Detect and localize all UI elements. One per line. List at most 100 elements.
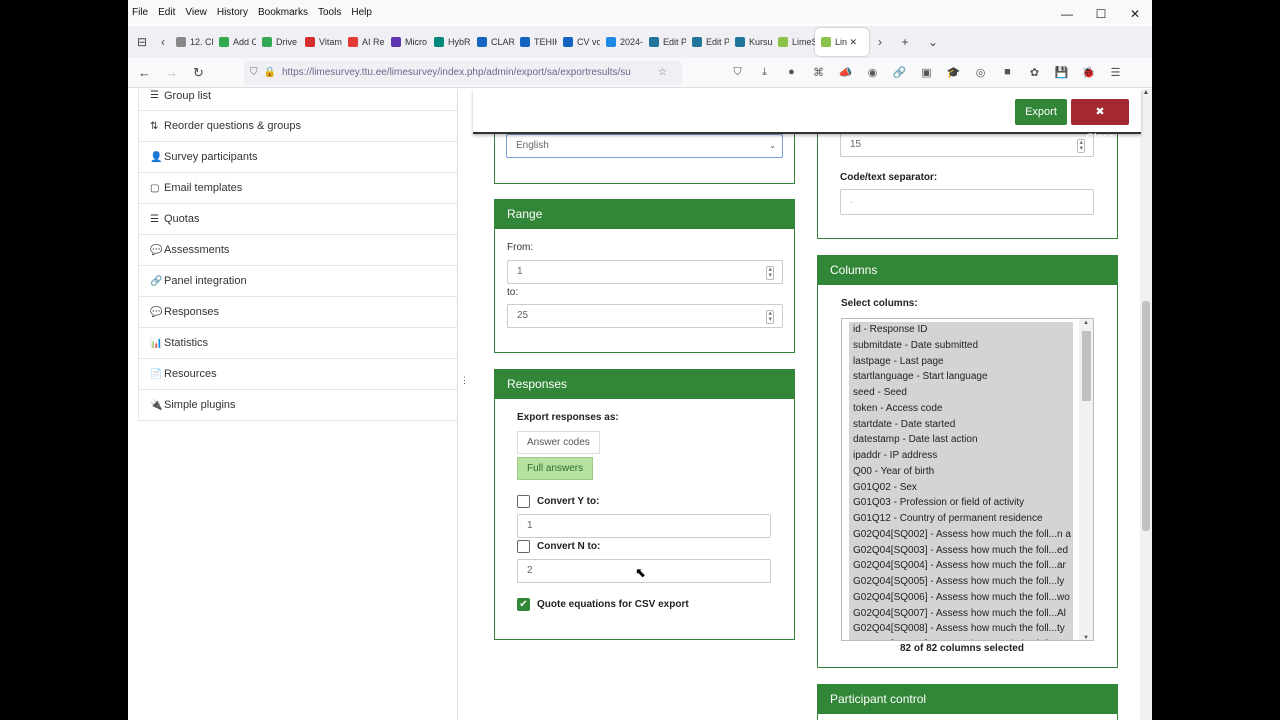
quote-equations-checkbox[interactable]: ✔ [517,598,530,611]
sidebar-item[interactable]: 💬 Assessments [138,235,458,266]
page-scroll-up-icon[interactable]: ▲ [1140,89,1152,96]
cap-icon[interactable]: 🎓 [944,66,963,79]
sidebar-item[interactable]: 👤 Survey participants [138,142,458,173]
save-icon[interactable]: 💾 [1052,66,1071,79]
url-bar[interactable]: ⛉ 🔒 https://limesurvey.ttu.ee/limesurvey… [244,60,682,85]
forward-icon[interactable]: → [158,65,185,80]
menu-view[interactable]: View [185,7,207,18]
column-option[interactable]: datestamp - Date last action [849,432,1073,448]
browser-tab[interactable]: Lin ✕ [815,28,869,56]
browser-tab[interactable]: TEHIK [514,28,557,56]
minimize-icon[interactable]: — [1050,0,1084,28]
close-button[interactable]: ✖ Close [1071,99,1129,144]
convert-n-checkbox[interactable] [517,540,530,553]
megaphone-icon[interactable]: 📣 [836,66,855,79]
answer-codes-option[interactable]: Answer codes [517,431,600,454]
browser-tab[interactable]: CLAR [471,28,514,56]
sidebar-item[interactable]: ☰ Group list [138,89,458,111]
column-option[interactable]: startdate - Date started [849,417,1073,433]
column-option[interactable]: G02Q04[SQ006] - Assess how much the foll… [849,590,1073,606]
column-option[interactable]: Q00 - Year of birth [849,464,1073,480]
column-option[interactable]: id - Response ID [849,322,1073,338]
columns-multiselect[interactable]: id - Response ID submitdate - Date submit… [841,318,1094,641]
tab-overview-icon[interactable]: ⊟ [128,35,156,49]
hamburger-menu-icon[interactable]: ☰ [1106,66,1125,79]
maximize-icon[interactable]: ☐ [1084,0,1118,28]
mendeley-icon[interactable]: ■ [998,66,1017,79]
column-option[interactable]: G02Q04[SQ007] - Assess how much the foll… [849,606,1073,622]
pocket-icon[interactable]: ⛉ [728,66,747,79]
menu-edit[interactable]: Edit [158,7,175,18]
link-icon[interactable]: 🔗 [890,66,909,79]
extension-t-icon[interactable]: ● [782,66,801,79]
menu-file[interactable]: File [132,7,148,18]
sidebar-item[interactable]: 🔌 Simple plugins [138,390,458,421]
column-option[interactable]: lastpage - Last page [849,354,1073,370]
tab-scroll-left-icon[interactable]: ‹ [156,35,170,49]
page-scrollbar[interactable]: ▲ [1140,89,1152,720]
sidebar-item[interactable]: 📊 Statistics [138,328,458,359]
browser-tab[interactable]: 12. Cl [170,28,213,56]
back-icon[interactable]: ← [131,65,158,80]
bookmark-star-icon[interactable]: ☆ [658,67,667,78]
separator-input[interactable]: . [840,189,1094,215]
column-option[interactable]: ipaddr - IP address [849,448,1073,464]
heading-spinner-icon[interactable]: ▴ ▾ [1077,139,1085,153]
browser-tab[interactable]: Drive [256,28,299,56]
menu-help[interactable]: Help [351,7,372,18]
close-window-icon[interactable]: ✕ [1118,0,1152,28]
full-answers-option[interactable]: Full answers [517,457,594,480]
extensions-icon[interactable]: ✿ [1025,66,1044,79]
ublock-icon[interactable]: ◉ [863,66,882,79]
column-option[interactable]: G01Q12 - Country of permanent residence [849,511,1073,527]
sidebar-item[interactable]: 📄 Resources [138,359,458,390]
menu-history[interactable]: History [217,7,248,18]
sidebar-item[interactable]: 🔗 Panel integration [138,266,458,297]
sidebar-item[interactable]: ⇅ Reorder questions & groups [138,111,458,142]
column-option[interactable]: startlanguage - Start language [849,369,1073,385]
column-option[interactable]: G02Q04[SQ004] - Assess how much the foll… [849,558,1073,574]
browser-tab[interactable]: 2024- [600,28,643,56]
download-icon[interactable]: ⤓ [755,66,774,79]
scroll-up-icon[interactable]: ▲ [1079,319,1093,328]
browser-tab[interactable]: Vitam [299,28,342,56]
column-option[interactable]: token - Access code [849,401,1073,417]
browser-tab[interactable]: AI Re [342,28,385,56]
puzzle-icon[interactable]: ⌘ [809,66,828,79]
to-spinner-icon[interactable]: ▴ ▾ [766,310,774,324]
browser-tab[interactable]: Edit P [643,28,686,56]
column-option[interactable]: G02Q04[SQ008] - Assess how much the foll… [849,621,1073,637]
browser-tab[interactable]: CV vo [557,28,600,56]
export-button[interactable]: Export [1015,99,1067,125]
column-option[interactable]: G02Q04[SQ009] - Assess how much the foll… [849,637,1073,640]
from-input[interactable]: 1 ▴ ▾ [507,260,783,284]
browser-tab[interactable]: Edit P [686,28,729,56]
columns-scrollbar[interactable]: ▲ ▼ [1079,319,1093,640]
browser-tab[interactable]: LimeS [772,28,815,56]
column-option[interactable]: submitdate - Date submitted [849,338,1073,354]
page-scroll-thumb[interactable] [1142,301,1150,531]
tab-scroll-right-icon[interactable]: › [869,35,891,49]
browser-tab[interactable]: HybR [428,28,471,56]
column-option[interactable]: G02Q04[SQ003] - Assess how much the foll… [849,543,1073,559]
language-select[interactable]: English ⌄ [506,134,783,158]
convert-y-checkbox[interactable] [517,495,530,508]
column-option[interactable]: seed - Seed [849,385,1073,401]
heading-length-input[interactable]: 15 ▴ ▾ [840,133,1094,157]
reload-icon[interactable]: ↻ [185,65,212,81]
list-tabs-icon[interactable]: ⌄ [919,35,947,49]
browser-tab[interactable]: Add C [213,28,256,56]
sidebar-item[interactable]: ☰ Quotas [138,204,458,235]
sidebar-item[interactable]: ▢ Email templates [138,173,458,204]
column-option[interactable]: G02Q04[SQ005] - Assess how much the foll… [849,574,1073,590]
column-option[interactable]: G01Q03 - Profession or field of activity [849,495,1073,511]
bookmark-icon[interactable]: ▣ [917,66,936,79]
sidebar-item[interactable]: 💬 Responses [138,297,458,328]
from-spinner-icon[interactable]: ▴ ▾ [766,266,774,280]
columns-scroll-thumb[interactable] [1082,331,1091,401]
to-input[interactable]: 25 ▴ ▾ [507,304,783,328]
browser-tab[interactable]: Micro [385,28,428,56]
menu-tools[interactable]: Tools [318,7,341,18]
new-tab-icon[interactable]: + [891,35,919,49]
column-option[interactable]: G01Q02 - Sex [849,480,1073,496]
